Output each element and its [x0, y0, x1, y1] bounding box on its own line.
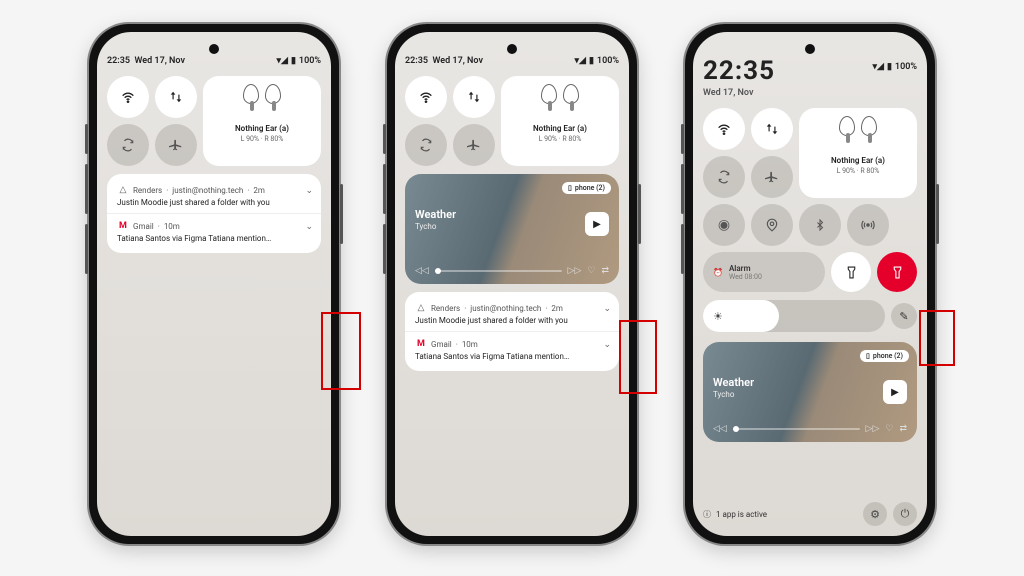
- earbuds-icon: [831, 116, 885, 150]
- notification-list: △ Renders· justin@nothing.tech· 2m Justi…: [405, 292, 619, 371]
- qs-rotate[interactable]: [107, 124, 149, 166]
- battery-icon: ▮: [887, 62, 892, 72]
- prev-button[interactable]: ◁◁: [713, 424, 727, 434]
- shuffle-button[interactable]: ⇄: [601, 266, 609, 276]
- output-device-chip[interactable]: ▯phone (2): [562, 182, 611, 194]
- media-artist: Tycho: [415, 222, 436, 231]
- highlight-box: [321, 312, 361, 390]
- alarm-icon: ⏰: [713, 268, 723, 277]
- status-date: Wed 17, Nov: [135, 56, 185, 66]
- next-button[interactable]: ▷▷: [568, 266, 582, 276]
- highlight-box: [619, 320, 657, 394]
- like-button[interactable]: ♡: [587, 266, 595, 276]
- earbuds-card[interactable]: Nothing Ear (a) L 90% · R 80%: [501, 76, 619, 166]
- chevron-down-icon[interactable]: ⌄: [305, 222, 313, 232]
- notification-item[interactable]: M Gmail· 10m Tatiana Santos via Figma Ta…: [405, 331, 619, 367]
- play-button[interactable]: ▶: [585, 212, 609, 236]
- status-bar: 22:35 Wed 17, Nov ▾◢▮100%: [405, 56, 619, 66]
- earbuds-icon: [235, 84, 289, 118]
- settings-button[interactable]: ⚙: [863, 502, 887, 526]
- media-progress[interactable]: [435, 270, 562, 272]
- notification-list: △ Renders · justin@nothing.tech · 2m Jus…: [107, 174, 321, 253]
- notification-item[interactable]: M Gmail · 10m Tatiana Santos via Figma T…: [107, 213, 321, 249]
- gmail-icon: M: [117, 220, 129, 232]
- battery-icon: ▮: [291, 56, 296, 66]
- phone-mockup-3: 22:35 Wed 17, Nov ▾◢▮100% Nothing Ear (a…: [685, 24, 935, 544]
- signal-icon: ▾◢: [277, 56, 288, 66]
- media-player-card[interactable]: ▯phone (2) Weather Tycho ▶ ◁◁ ▷▷ ♡ ⇄: [405, 174, 619, 284]
- play-button[interactable]: ▶: [883, 380, 907, 404]
- gmail-icon: M: [415, 338, 427, 350]
- qs-bluetooth[interactable]: [799, 204, 841, 246]
- qs-data[interactable]: [453, 76, 495, 118]
- qs-data[interactable]: [155, 76, 197, 118]
- qs-flashlight-off[interactable]: [831, 252, 871, 292]
- media-player-card[interactable]: ▯phone (2) Weather Tycho ▶ ◁◁ ▷▷ ♡ ⇄: [703, 342, 917, 442]
- notification-item[interactable]: △ Renders· justin@nothing.tech· 2m Justi…: [405, 296, 619, 331]
- earbuds-battery: L 90% · R 80%: [241, 135, 284, 143]
- qs-rotate[interactable]: [405, 124, 447, 166]
- phone-icon: ▯: [866, 352, 870, 360]
- brightness-icon: ☀: [713, 310, 723, 323]
- active-apps-chip[interactable]: ⓘ 1 app is active: [703, 509, 767, 520]
- notification-item[interactable]: △ Renders · justin@nothing.tech · 2m Jus…: [107, 178, 321, 213]
- earbuds-card[interactable]: Nothing Ear (a) L 90% · R 80%: [799, 108, 917, 198]
- qs-rotate[interactable]: [703, 156, 745, 198]
- next-button[interactable]: ▷▷: [866, 424, 880, 434]
- status-date: Wed 17, Nov: [703, 88, 775, 98]
- chevron-down-icon[interactable]: ⌄: [603, 304, 611, 314]
- battery-icon: ▮: [589, 56, 594, 66]
- qs-location[interactable]: [751, 204, 793, 246]
- output-device-chip[interactable]: ▯phone (2): [860, 350, 909, 362]
- qs-wifi[interactable]: [405, 76, 447, 118]
- like-button[interactable]: ♡: [885, 424, 893, 434]
- earbuds-icon: [533, 84, 587, 118]
- prev-button[interactable]: ◁◁: [415, 266, 429, 276]
- qs-airplane[interactable]: [453, 124, 495, 166]
- phone-mockup-1: 22:35 Wed 17, Nov ▾◢ ▮ 100% Noth: [89, 24, 339, 544]
- qs-data[interactable]: [751, 108, 793, 150]
- chevron-down-icon[interactable]: ⌄: [305, 186, 313, 196]
- status-time-large: 22:35: [703, 56, 775, 86]
- earbuds-name: Nothing Ear (a): [235, 124, 289, 133]
- battery-text: 100%: [299, 56, 321, 66]
- phone-mockup-2: 22:35 Wed 17, Nov ▾◢▮100% Nothing Ear (a…: [387, 24, 637, 544]
- phone-icon: ▯: [568, 184, 572, 192]
- drive-icon: △: [415, 302, 427, 314]
- edit-button[interactable]: ✎: [891, 303, 917, 329]
- media-progress[interactable]: [733, 428, 860, 430]
- earbuds-card[interactable]: Nothing Ear (a) L 90% · R 80%: [203, 76, 321, 166]
- qs-airplane[interactable]: [155, 124, 197, 166]
- qs-dnd[interactable]: ◉: [703, 204, 745, 246]
- qs-wifi[interactable]: [703, 108, 745, 150]
- qs-wifi[interactable]: [107, 76, 149, 118]
- power-button[interactable]: ⏻: [893, 502, 917, 526]
- chevron-down-icon[interactable]: ⌄: [603, 340, 611, 350]
- status-bar: 22:35 Wed 17, Nov ▾◢▮100%: [703, 56, 917, 98]
- info-icon: ⓘ: [703, 509, 711, 520]
- shuffle-button[interactable]: ⇄: [899, 424, 907, 434]
- qs-flashlight-on[interactable]: [877, 252, 917, 292]
- status-time: 22:35: [107, 56, 130, 66]
- media-title: Weather: [415, 208, 456, 221]
- signal-icon: ▾◢: [575, 56, 586, 66]
- signal-icon: ▾◢: [873, 62, 884, 72]
- drive-icon: △: [117, 184, 129, 196]
- status-bar: 22:35 Wed 17, Nov ▾◢ ▮ 100%: [107, 56, 321, 66]
- qs-airplane[interactable]: [751, 156, 793, 198]
- qs-hotspot[interactable]: [847, 204, 889, 246]
- brightness-slider[interactable]: ☀: [703, 300, 885, 332]
- highlight-box: [919, 310, 955, 366]
- qs-alarm[interactable]: ⏰ Alarm Wed 08:00: [703, 252, 825, 292]
